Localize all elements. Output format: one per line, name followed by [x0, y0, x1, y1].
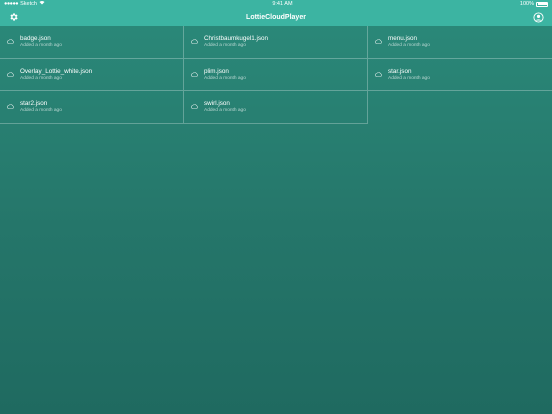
file-name: Christbaumkugel1.json [204, 35, 269, 43]
file-text: star2.json Added a month ago [20, 100, 62, 113]
file-name: swirl.json [204, 100, 230, 108]
file-added: Added a month ago [388, 43, 430, 49]
file-text: swirl.json Added a month ago [204, 100, 246, 113]
battery-percent: 100% [519, 1, 534, 7]
file-text: star.json Added a month ago [388, 68, 430, 81]
cloud-icon [375, 71, 382, 77]
cloud-icon [375, 39, 382, 45]
status-time: 9:41 AM [272, 1, 293, 7]
file-text: plim.json Added a month ago [204, 68, 246, 81]
carrier-label: Sketch [20, 1, 37, 7]
file-added: Added a month ago [20, 43, 62, 49]
file-name: plim.json [204, 67, 229, 75]
wifi-icon [39, 0, 45, 8]
file-item[interactable]: menu.json Added a month ago [368, 26, 552, 59]
file-item[interactable]: star2.json Added a month ago [0, 91, 184, 124]
file-text: Christbaumkugel1.json Added a month ago [204, 35, 268, 48]
file-added: Added a month ago [388, 75, 430, 81]
file-added: Added a month ago [204, 75, 246, 81]
file-text: menu.json Added a month ago [388, 35, 430, 48]
nav-bar: LottieCloudPlayer [0, 8, 552, 26]
file-name: Overlay_Lottie_white.json [20, 67, 93, 75]
user-circle-icon[interactable] [532, 11, 544, 23]
file-added: Added a month ago [204, 43, 246, 49]
file-item[interactable]: swirl.json Added a month ago [184, 91, 368, 124]
file-grid: badge.json Added a month ago Christbaumkug… [0, 26, 552, 124]
gear-icon[interactable] [8, 11, 20, 23]
file-item[interactable]: badge.json Added a month ago [0, 26, 184, 59]
cloud-icon [191, 71, 198, 77]
file-name: star2.json [20, 100, 48, 108]
cloud-icon [7, 71, 14, 77]
status-left: ●●●●● Sketch [4, 0, 45, 8]
file-name: menu.json [388, 35, 418, 43]
signal-icon: ●●●●● [4, 1, 19, 7]
battery-icon [536, 1, 548, 7]
file-text: badge.json Added a month ago [20, 35, 62, 48]
file-name: star.json [388, 67, 412, 75]
file-added: Added a month ago [20, 108, 62, 114]
file-text: Overlay_Lottie_white.json Added a month a… [20, 68, 92, 81]
file-added: Added a month ago [20, 75, 62, 81]
cloud-icon [7, 39, 14, 45]
cloud-icon [191, 39, 198, 45]
app-title: LottieCloudPlayer [246, 13, 306, 21]
file-name: badge.json [20, 35, 51, 43]
file-item[interactable]: star.json Added a month ago [368, 59, 552, 91]
file-item[interactable]: Christbaumkugel1.json Added a month ago [184, 26, 368, 59]
file-item[interactable]: Overlay_Lottie_white.json Added a month a… [0, 58, 184, 91]
status-bar: ●●●●● Sketch 9:41 AM 100% [0, 0, 552, 8]
file-added: Added a month ago [204, 108, 246, 114]
cloud-icon [7, 104, 14, 110]
file-item[interactable]: plim.json Added a month ago [184, 58, 368, 91]
status-right: 100% [520, 0, 548, 8]
cloud-icon [191, 104, 198, 110]
